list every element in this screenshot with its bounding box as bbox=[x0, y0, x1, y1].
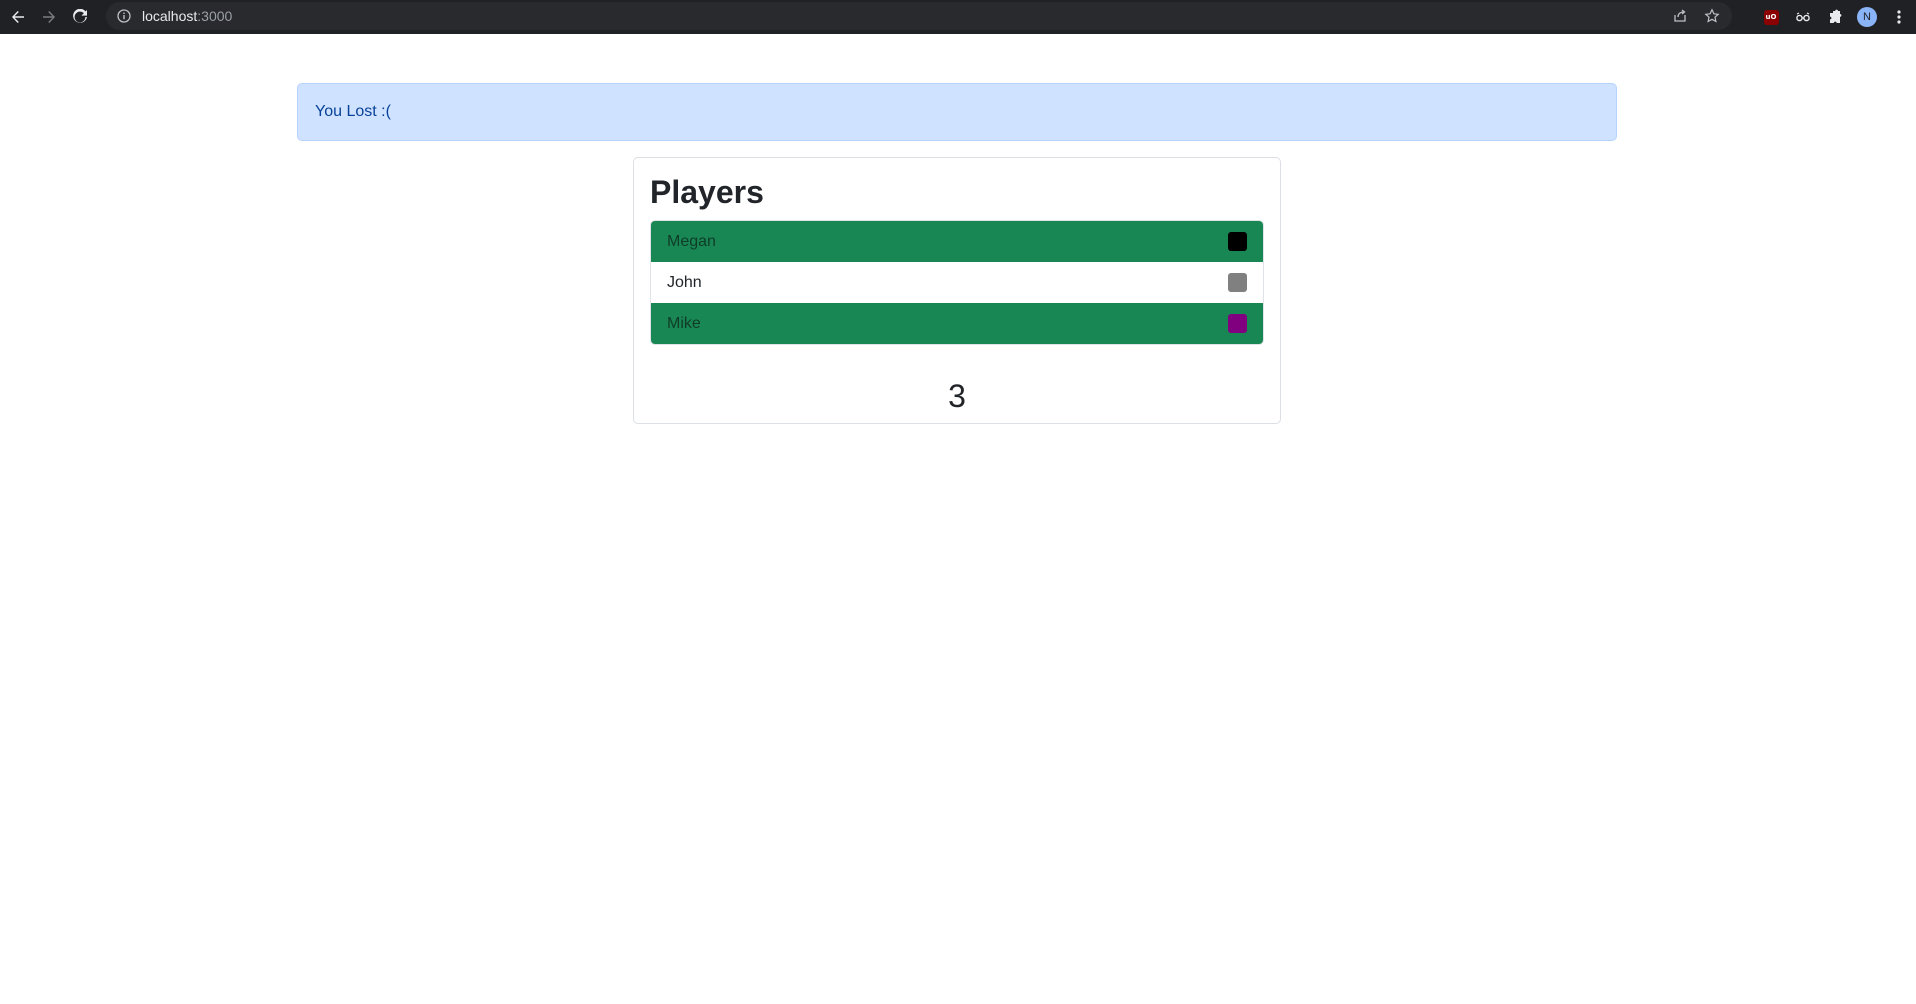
player-color-swatch bbox=[1228, 273, 1247, 292]
address-bar[interactable]: localhost:3000 bbox=[106, 2, 1732, 30]
players-title: Players bbox=[650, 174, 764, 210]
back-button[interactable] bbox=[5, 4, 31, 30]
players-card: Players Megan John Mike 3 bbox=[633, 157, 1281, 424]
info-icon[interactable] bbox=[116, 8, 132, 24]
arrow-left-icon bbox=[12, 11, 24, 23]
url-host: localhost bbox=[142, 8, 198, 24]
game-result-alert: You Lost :( bbox=[297, 83, 1617, 141]
more-menu-icon[interactable] bbox=[1886, 4, 1912, 30]
player-item-megan[interactable]: Megan bbox=[651, 221, 1263, 262]
player-color-swatch bbox=[1228, 314, 1247, 333]
player-name: John bbox=[667, 273, 702, 291]
player-name: Mike bbox=[667, 314, 701, 332]
url-text: localhost:3000 bbox=[142, 8, 232, 24]
player-count: 3 bbox=[948, 378, 966, 414]
players-list: Megan John Mike bbox=[650, 220, 1264, 345]
bookmark-star-icon[interactable] bbox=[1698, 2, 1726, 30]
puzzle-extensions-icon[interactable] bbox=[1822, 4, 1848, 30]
player-item-mike[interactable]: Mike bbox=[651, 303, 1263, 344]
player-color-swatch bbox=[1228, 232, 1247, 251]
ublock-extension-icon[interactable]: uO bbox=[1758, 4, 1784, 30]
reload-button[interactable] bbox=[67, 4, 93, 30]
browser-toolbar: localhost:3000 uO N bbox=[0, 0, 1916, 34]
share-icon[interactable] bbox=[1666, 2, 1694, 30]
url-port: :3000 bbox=[197, 8, 233, 24]
arrow-right-icon bbox=[43, 11, 55, 23]
alert-message: You Lost :( bbox=[315, 103, 391, 120]
forward-button[interactable] bbox=[36, 4, 62, 30]
player-item-john[interactable]: John bbox=[651, 262, 1263, 303]
glasses-extension-icon[interactable] bbox=[1790, 4, 1816, 30]
profile-avatar[interactable]: N bbox=[1854, 4, 1880, 30]
reload-icon bbox=[73, 9, 87, 23]
player-name: Megan bbox=[667, 232, 716, 250]
